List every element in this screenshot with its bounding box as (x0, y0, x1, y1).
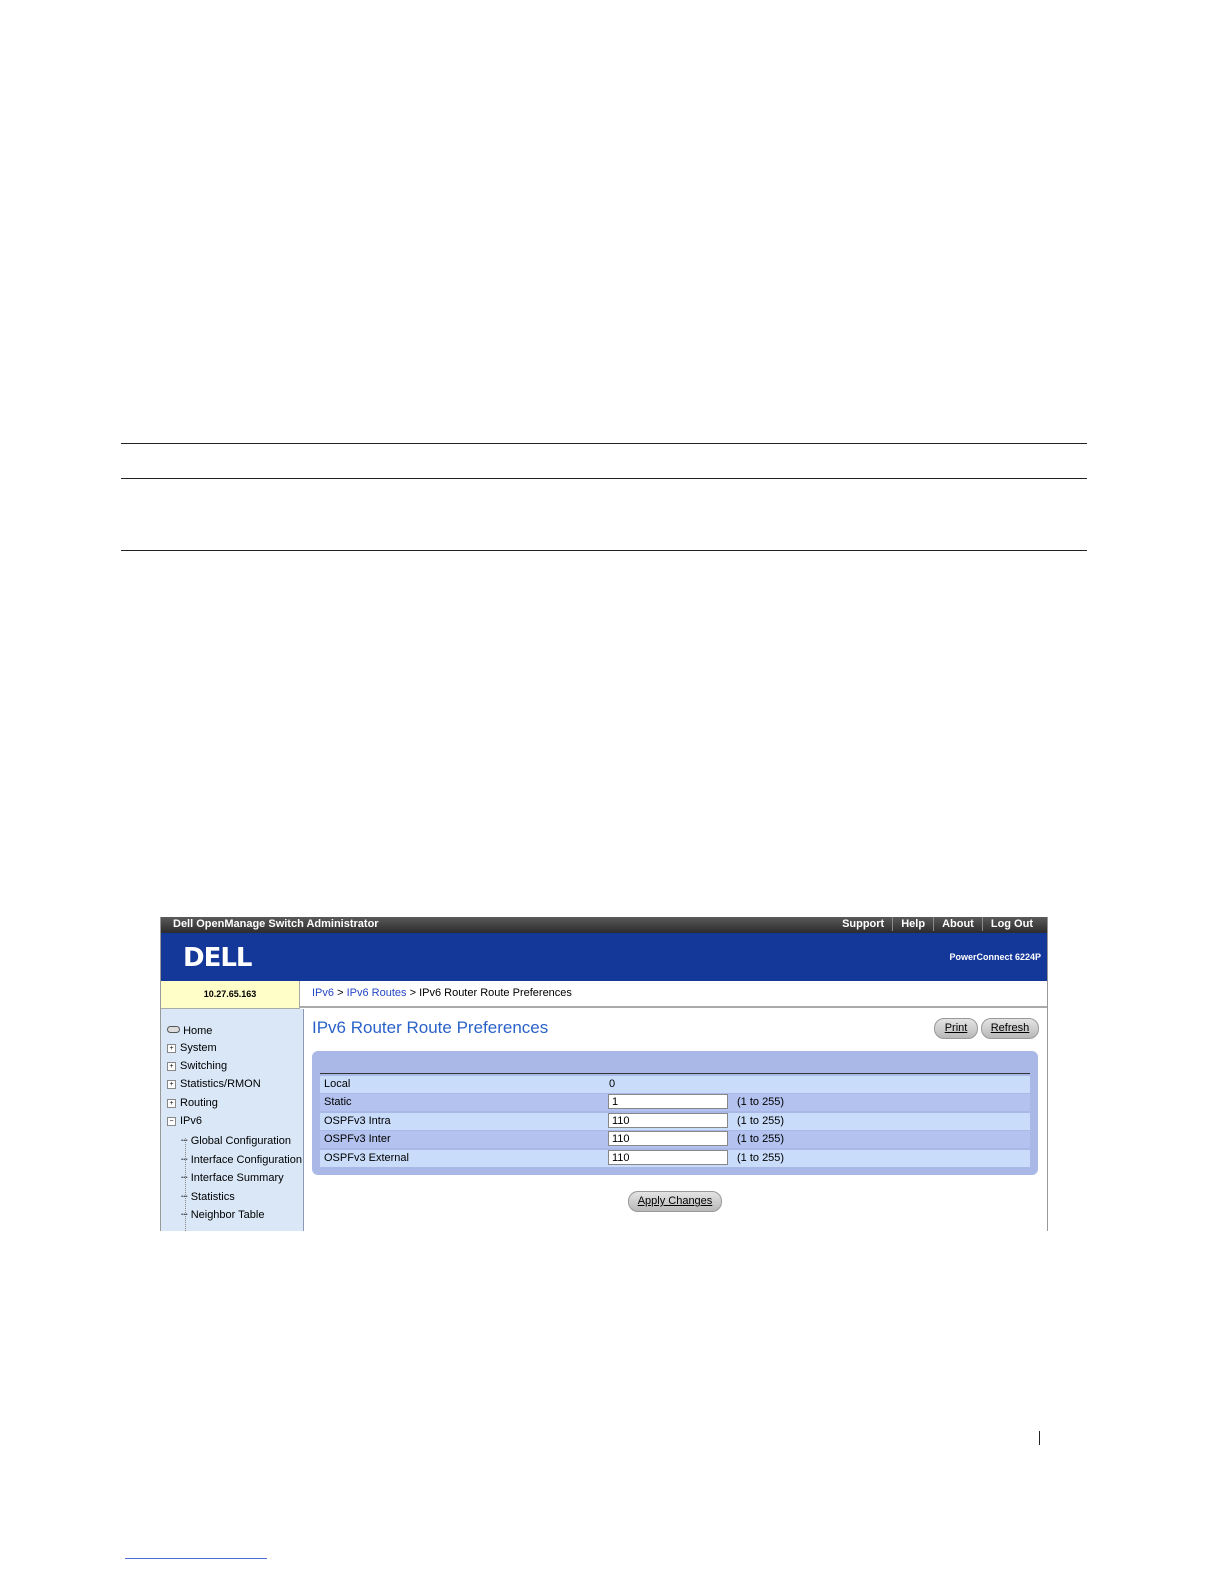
rule-bottom (121, 550, 1087, 551)
page-title: IPv6 Router Route Preferences (312, 1018, 549, 1037)
rule-middle (121, 478, 1087, 479)
footer-link-line (125, 1558, 267, 1559)
preference-row: OSPFv3 Intra (1 to 255) (320, 1113, 1030, 1130)
expand-icon[interactable]: + (167, 1062, 176, 1071)
drive-icon (167, 1026, 180, 1033)
breadcrumb-ipv6[interactable]: IPv6 (312, 987, 334, 999)
sidebar-item-label: System (180, 1042, 217, 1054)
preference-range: (1 to 255) (737, 1115, 785, 1127)
sidebar-item-switching[interactable]: + Switching (167, 1060, 227, 1072)
breadcrumb: IPv6 > IPv6 Routes > IPv6 Router Route P… (300, 981, 1047, 1008)
switch-admin-screenshot: Dell OpenManage Switch Administrator Sup… (160, 917, 1048, 1231)
preference-label: OSPFv3 Intra (324, 1115, 391, 1127)
preference-input[interactable] (608, 1113, 728, 1128)
apply-changes-button[interactable]: Apply Changes (628, 1191, 722, 1212)
sidebar-item-neighbor-table[interactable]: ┄ Neighbor Table (181, 1208, 264, 1221)
sidebar-item-label: Global Configuration (190, 1135, 291, 1147)
page-number-bar (1039, 1431, 1040, 1445)
sidebar-item-interface-summary[interactable]: ┄ Interface Summary (181, 1171, 284, 1184)
sidebar-item-label: Routing (180, 1097, 218, 1109)
logout-link[interactable]: Log Out (981, 917, 1041, 931)
preference-row: Local 0 (320, 1076, 1030, 1093)
sidebar-item-statistics[interactable]: ┄ Statistics (181, 1190, 235, 1203)
preference-range: (1 to 255) (737, 1096, 785, 1108)
help-link[interactable]: Help (892, 917, 933, 931)
tree-branch-icon: ┄ (181, 1154, 191, 1166)
preference-label: OSPFv3 Inter (324, 1133, 391, 1145)
dell-logo: DELL (183, 943, 252, 973)
sidebar-item-statistics-rmon[interactable]: + Statistics/RMON (167, 1078, 261, 1090)
sidebar-item-system[interactable]: + System (167, 1042, 217, 1054)
expand-icon[interactable]: + (167, 1080, 176, 1089)
breadcrumb-separator: > (409, 987, 416, 999)
sidebar: Home + System + Switching + Statistics/RMON… (161, 1009, 304, 1231)
expand-icon[interactable]: + (167, 1099, 176, 1108)
sidebar-item-label: Statistics (190, 1191, 235, 1203)
model-name: PowerConnect 6224P (949, 952, 1041, 962)
preference-input[interactable] (608, 1094, 728, 1109)
collapse-icon[interactable]: − (167, 1117, 176, 1126)
sidebar-item-label: IPv6 (180, 1115, 203, 1127)
preference-input[interactable] (608, 1150, 728, 1165)
about-link[interactable]: About (933, 917, 982, 931)
preference-label: Local (324, 1078, 351, 1090)
sidebar-item-label: Home (183, 1025, 213, 1037)
tree-branch-icon: ┄ (181, 1209, 191, 1221)
preference-row: OSPFv3 External (1 to 255) (320, 1150, 1030, 1167)
sidebar-item-label: Neighbor Table (190, 1209, 265, 1221)
tree-branch-icon: ┄ (181, 1135, 191, 1147)
preference-input[interactable] (608, 1131, 728, 1146)
panel-divider (320, 1073, 1030, 1074)
top-links: Support Help About Log Out (834, 917, 1041, 931)
sidebar-item-routing[interactable]: + Routing (167, 1097, 218, 1109)
sidebar-item-label: Switching (180, 1060, 228, 1072)
tree-branch-icon: ┄ (181, 1172, 191, 1184)
sidebar-item-ipv6[interactable]: − IPv6 (167, 1115, 202, 1127)
refresh-button[interactable]: Refresh (981, 1018, 1039, 1039)
print-button[interactable]: Print (934, 1018, 978, 1039)
rule-top (121, 443, 1087, 444)
preference-value: 0 (609, 1078, 616, 1090)
preference-label: Static (324, 1096, 352, 1108)
sidebar-item-interface-configuration[interactable]: ┄ Interface Configuration (181, 1153, 302, 1166)
sidebar-item-label: Interface Configuration (190, 1154, 302, 1166)
breadcrumb-current: IPv6 Router Route Preferences (419, 987, 572, 999)
sidebar-item-label: Interface Summary (190, 1172, 284, 1184)
preference-range: (1 to 255) (737, 1133, 785, 1145)
brand-banner: DELL PowerConnect 6224P (161, 933, 1047, 981)
expand-icon[interactable]: + (167, 1044, 176, 1053)
preference-row: OSPFv3 Inter (1 to 255) (320, 1131, 1030, 1148)
sidebar-item-home[interactable]: Home (167, 1025, 212, 1037)
top-bar: Dell OpenManage Switch Administrator Sup… (161, 917, 1047, 933)
support-link[interactable]: Support (834, 917, 892, 931)
sidebar-item-global-configuration[interactable]: ┄ Global Configuration (181, 1134, 291, 1147)
app-title: Dell OpenManage Switch Administrator (173, 918, 379, 930)
preference-range: (1 to 255) (737, 1152, 785, 1164)
tree-branch-icon: ┄ (181, 1191, 191, 1203)
sidebar-item-label: Statistics/RMON (180, 1078, 261, 1090)
ip-address: 10.27.65.163 (161, 981, 300, 1009)
preference-label: OSPFv3 External (324, 1152, 409, 1164)
breadcrumb-ipv6-routes[interactable]: IPv6 Routes (347, 987, 407, 999)
breadcrumb-separator: > (337, 987, 344, 999)
preference-row: Static (1 to 255) (320, 1094, 1030, 1111)
preferences-panel: Local 0 Static (1 to 255) OSPFv3 Intra (1 to … (312, 1051, 1038, 1175)
